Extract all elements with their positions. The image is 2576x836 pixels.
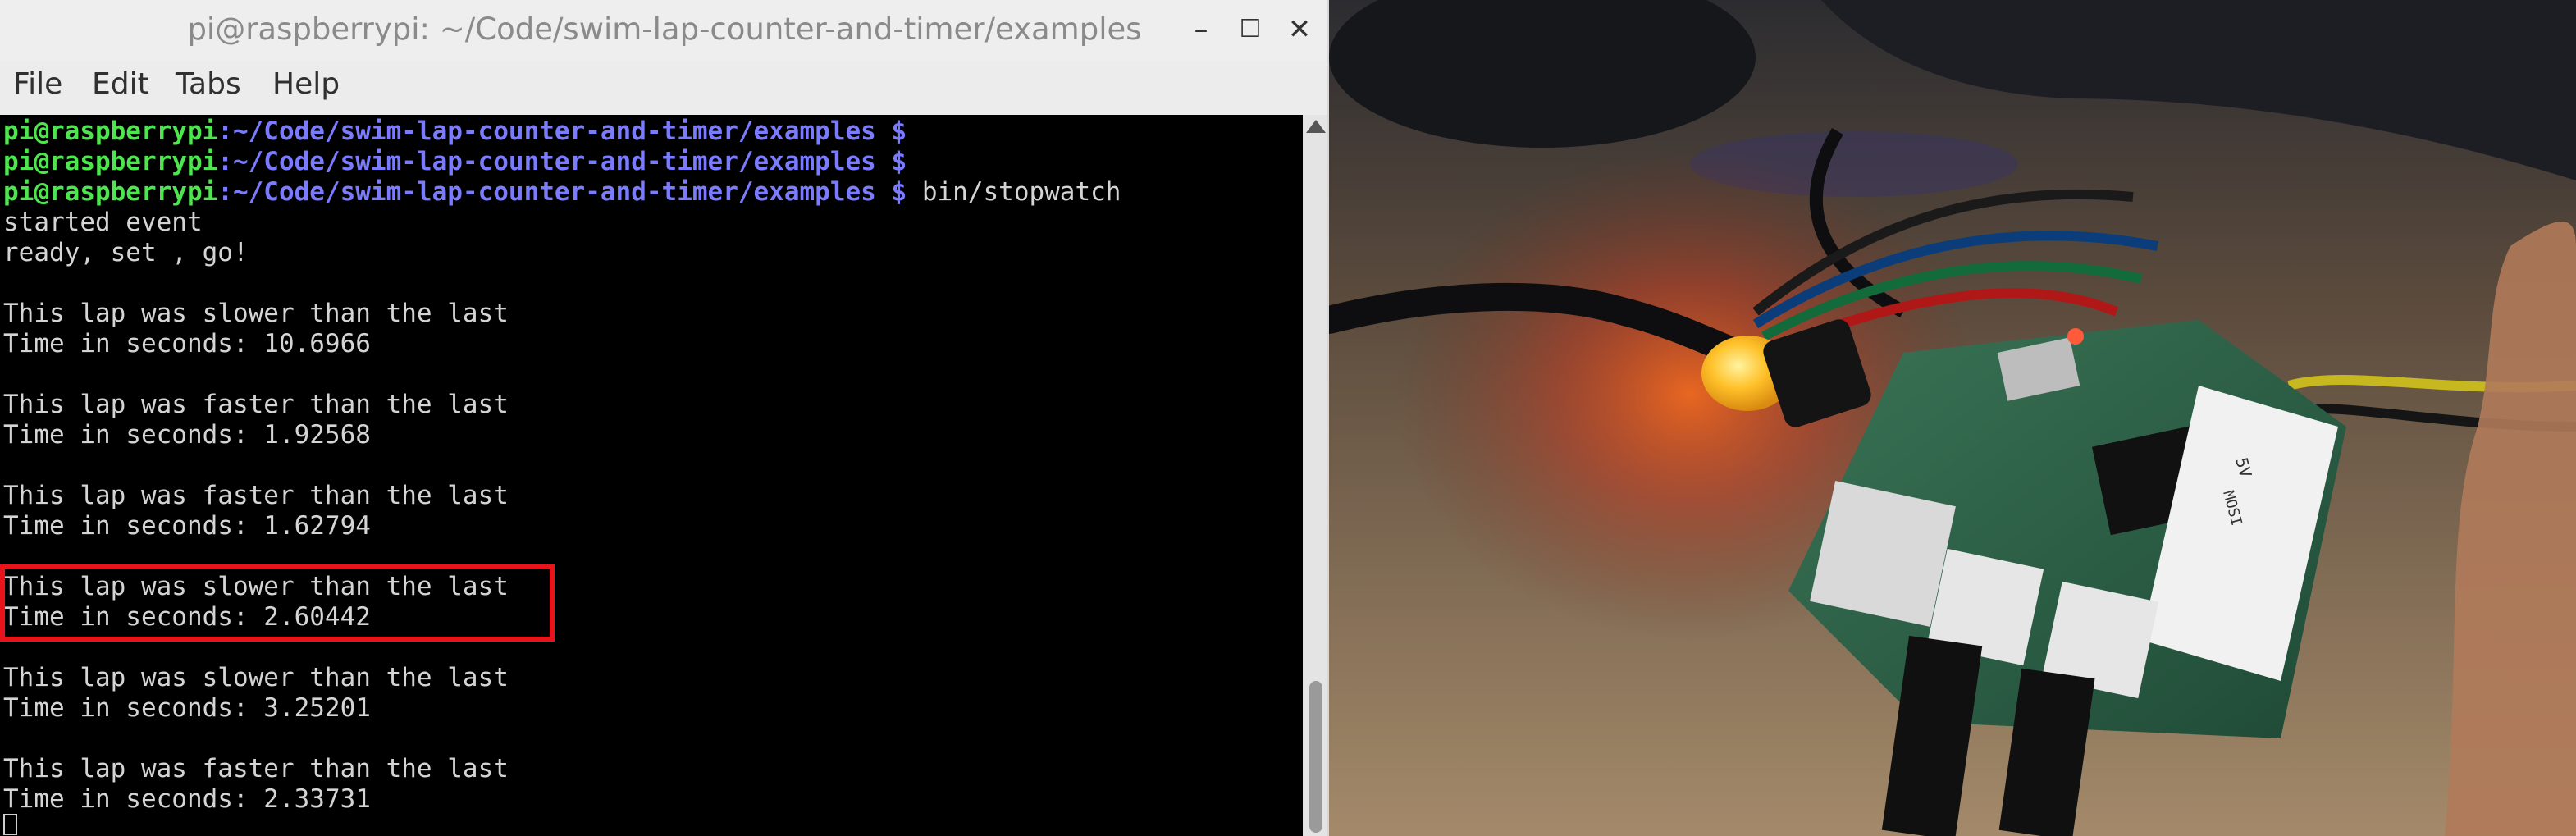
output-line: Time in seconds: 3.25201 [3,693,371,723]
title-bar[interactable]: pi@raspberrypi: ~/Code/swim-lap-counter-… [0,0,1329,61]
menu-tabs[interactable]: Tabs [176,67,241,101]
power-led [2067,328,2084,345]
ethernet-port [1810,481,1956,627]
photo-illustration: 5V MOSI [1329,0,2576,836]
output-line: This lap was faster than the last [3,481,509,510]
vertical-scrollbar[interactable] [1303,115,1329,836]
prompt-user: pi@raspberrypi [3,147,218,176]
minimize-icon[interactable]: – [1183,11,1219,48]
output-line: Time in seconds: 10.6966 [3,329,371,359]
menu-help[interactable]: Help [272,67,340,101]
window-title: pi@raspberrypi: ~/Code/swim-lap-counter-… [187,11,1142,47]
maximize-icon[interactable]: ☐ [1232,11,1268,48]
output-line: ready, set , go! [3,238,249,267]
terminal-window: pi@raspberrypi: ~/Code/swim-lap-counter-… [0,0,1329,836]
menu-file[interactable]: File [13,67,62,101]
output-line: started event [3,208,203,237]
highlight-annotation [0,564,555,642]
scroll-up-icon[interactable] [1306,120,1326,133]
output-line: This lap was slower than the last [3,663,509,692]
output-line: This lap was slower than the last [3,299,509,328]
prompt-user: pi@raspberrypi [3,177,218,207]
text-cursor [3,814,17,835]
menu-edit[interactable]: Edit [92,67,149,101]
terminal-output[interactable]: pi@raspberrypi:~/Code/swim-lap-counter-a… [0,115,1303,836]
close-icon[interactable]: ✕ [1281,11,1318,48]
prompt-line: pi@raspberrypi:~/Code/swim-lap-counter-a… [3,177,1121,208]
output-line: Time in seconds: 1.92568 [3,420,371,450]
prompt-line: pi@raspberrypi:~/Code/swim-lap-counter-a… [3,147,907,177]
prompt-path: :~/Code/swim-lap-counter-and-timer/examp… [217,177,907,207]
output-line: Time in seconds: 1.62794 [3,511,371,541]
menu-bar: File Edit Tabs Help [0,61,1329,113]
output-line: This lap was faster than the last [3,754,509,783]
prompt-path: :~/Code/swim-lap-counter-and-timer/examp… [217,147,907,176]
output-line: This lap was faster than the last [3,390,509,419]
output-line: Time in seconds: 2.33731 [3,784,371,814]
scrollbar-thumb[interactable] [1309,681,1322,833]
prompt-user: pi@raspberrypi [3,116,218,146]
raspberry-pi-photo: 5V MOSI [1329,0,2576,836]
command-text: bin/stopwatch [907,177,1121,207]
prompt-line: pi@raspberrypi:~/Code/swim-lap-counter-a… [3,116,907,147]
prompt-path: :~/Code/swim-lap-counter-and-timer/examp… [217,116,907,146]
